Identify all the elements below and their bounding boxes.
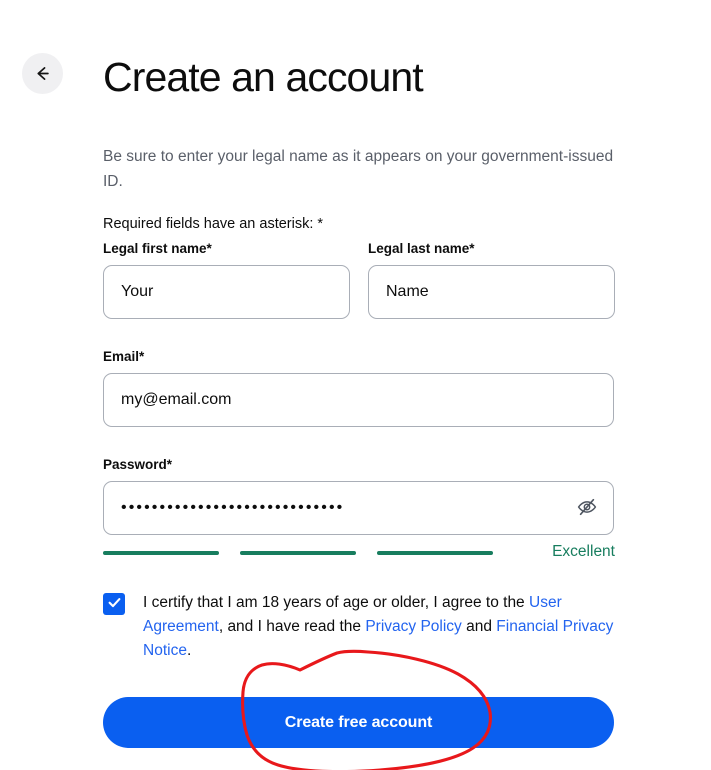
strength-segment-1 <box>103 551 219 555</box>
password-strength-meter: Excellent <box>103 543 615 567</box>
consent-text-part-2: , and I have read the <box>218 618 366 635</box>
strength-segment-3 <box>377 551 493 555</box>
consent-text-part-4: . <box>186 642 192 659</box>
create-free-account-button[interactable]: Create free account <box>103 697 614 748</box>
consent-text-part-3: and <box>461 618 497 635</box>
email-input[interactable] <box>103 373 614 427</box>
checkmark-icon <box>107 595 122 613</box>
strength-segment-2 <box>240 551 356 555</box>
password-field-group: Password* ••••••••••••••••••••••••••••• <box>103 456 614 535</box>
age-and-terms-checkbox[interactable] <box>103 593 125 615</box>
name-fields-row: Legal first name* Legal last name* <box>103 240 615 319</box>
last-name-label: Legal last name* <box>368 241 475 256</box>
consent-text: I certify that I am 18 years of age or o… <box>143 591 615 663</box>
password-label: Password* <box>103 457 173 472</box>
email-label: Email* <box>103 349 145 364</box>
consent-text-part-1: I certify that I am 18 years of age or o… <box>143 594 529 611</box>
password-input[interactable]: ••••••••••••••••••••••••••••• <box>103 481 614 535</box>
back-button[interactable] <box>22 53 63 94</box>
required-fields-note: Required fields have an asterisk: * <box>103 215 324 232</box>
last-name-input[interactable] <box>368 265 615 319</box>
password-visibility-toggle-button[interactable] <box>574 495 600 521</box>
first-name-label: Legal first name* <box>103 241 212 256</box>
page-subtitle: Be sure to enter your legal name as it a… <box>103 147 614 190</box>
first-name-field-group: Legal first name* <box>103 240 350 319</box>
password-strength-label: Excellent <box>552 543 615 560</box>
first-name-input[interactable] <box>103 265 350 319</box>
privacy-policy-link[interactable]: Privacy Policy <box>365 618 461 635</box>
eye-slash-icon <box>576 496 598 521</box>
last-name-field-group: Legal last name* <box>368 240 615 319</box>
email-field-group: Email* <box>103 348 614 427</box>
arrow-left-icon <box>33 64 52 83</box>
page-title: Create an account <box>103 54 424 100</box>
password-input-wrapper: ••••••••••••••••••••••••••••• <box>103 481 614 535</box>
consent-row: I certify that I am 18 years of age or o… <box>103 591 615 663</box>
